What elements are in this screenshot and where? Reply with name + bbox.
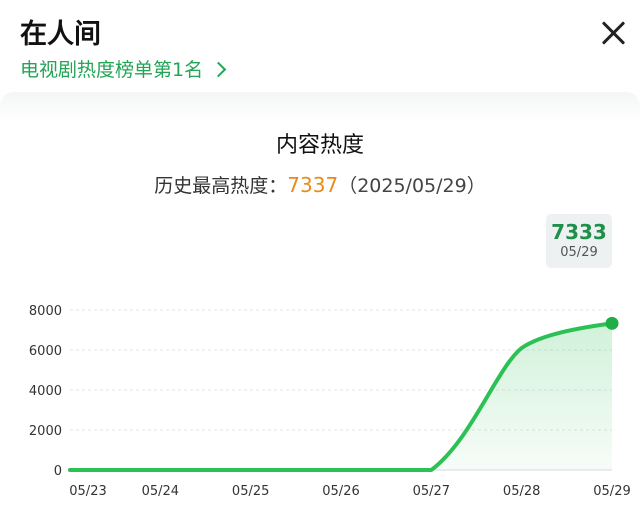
tooltip-date: 05/29: [560, 245, 598, 260]
x-tick-label: 05/23: [69, 484, 106, 499]
ranking-link-label: 电视剧热度榜单第1名: [20, 59, 204, 81]
heat-trend-chart[interactable]: 0 2000 4000 6000 8000 05/23 05/24 05/25 05/26 05/…: [0, 290, 640, 510]
y-tick-label: 6000: [29, 344, 62, 359]
peak-heat-line: 历史最高热度：7337（2025/05/29）: [0, 171, 640, 198]
tooltip-value: 7333: [551, 220, 607, 244]
data-point-last: [605, 316, 619, 330]
x-tick-label: 05/28: [503, 484, 540, 499]
x-tick-label: 05/29: [593, 484, 630, 499]
series-area: [70, 323, 612, 470]
y-tick-label: 4000: [29, 384, 62, 399]
x-tick-label: 05/27: [413, 484, 450, 499]
peak-label: 历史最高热度：: [154, 175, 288, 197]
chevron-right-icon: [210, 61, 227, 77]
x-tick-label: 05/26: [322, 484, 359, 499]
y-tick-label: 0: [54, 464, 62, 479]
y-tick-label: 8000: [29, 304, 62, 319]
x-tick-label: 05/24: [142, 484, 179, 499]
x-tick-label: 05/25: [232, 484, 269, 499]
chart-tooltip: 7333 05/29: [546, 214, 612, 268]
peak-value: 7337: [287, 173, 339, 197]
header: 在人间 电视剧热度榜单第1名: [0, 0, 640, 92]
page-title: 在人间: [20, 19, 101, 50]
chart-title: 内容热度: [275, 133, 364, 158]
ranking-link[interactable]: 电视剧热度榜单第1名: [20, 55, 227, 82]
y-tick-label: 2000: [29, 424, 62, 439]
peak-date: （2025/05/29）: [338, 175, 486, 197]
close-icon[interactable]: [599, 18, 629, 48]
